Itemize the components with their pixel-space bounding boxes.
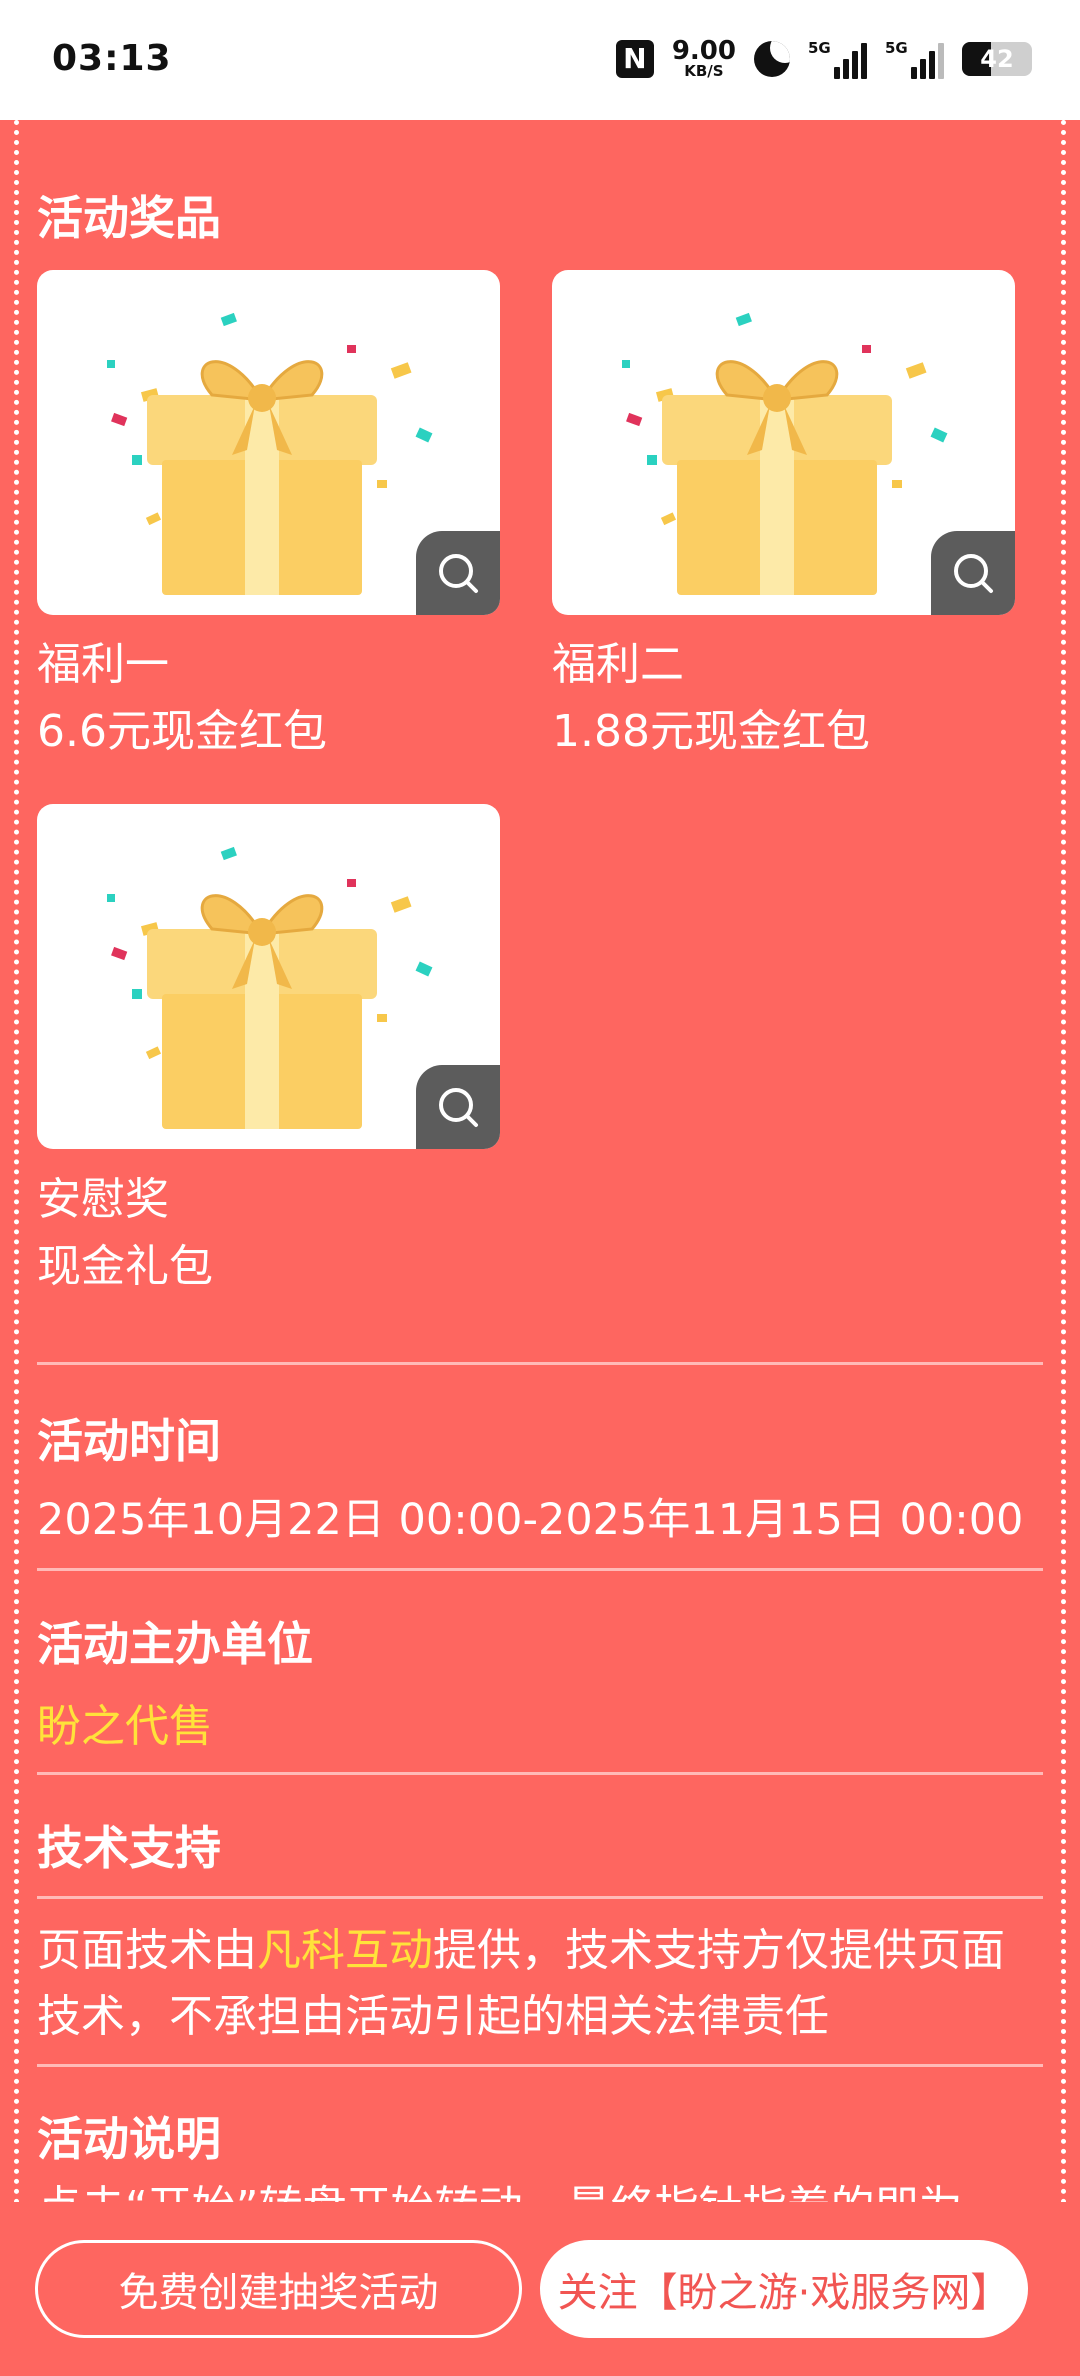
- prize-card-2[interactable]: [552, 270, 1015, 615]
- nfc-icon: N: [615, 39, 654, 78]
- status-time: 03:13: [52, 38, 172, 79]
- search-icon: [954, 554, 993, 593]
- description-title: 活动说明: [37, 2112, 221, 2166]
- tech-support-text-before: 页面技术由: [37, 1925, 257, 1976]
- sim1-network-label: 5G: [808, 38, 831, 57]
- bottom-action-bar: 免费创建抽奖活动 关注【盼之游·戏服务网】: [0, 2202, 1080, 2376]
- prize-card-1[interactable]: [37, 270, 500, 615]
- prizes-title: 活动奖品: [37, 191, 221, 245]
- follow-button[interactable]: 关注【盼之游·戏服务网】: [540, 2240, 1028, 2338]
- divider: [37, 1568, 1043, 1571]
- organizer-title: 活动主办单位: [37, 1617, 313, 1671]
- tech-support-text: 页面技术由凡科互动提供，技术支持方仅提供页面技术，不承担由活动引起的相关法律责任: [37, 1918, 1043, 2050]
- search-icon: [439, 1088, 478, 1127]
- network-speed: 9.00 KB/S: [672, 38, 736, 79]
- activity-time-title: 活动时间: [37, 1414, 221, 1468]
- divider: [37, 2064, 1043, 2067]
- activity-panel[interactable]: 活动奖品 福利一 6.6元现金红包 福利二 1.88元现金红包 安慰奖 现金礼包…: [0, 120, 1080, 2376]
- prize-name-1: 福利一: [37, 639, 169, 690]
- zoom-button[interactable]: [931, 531, 1015, 615]
- tech-support-title: 技术支持: [37, 1821, 221, 1875]
- network-speed-unit: KB/S: [684, 62, 724, 80]
- create-lottery-button[interactable]: 免费创建抽奖活动: [35, 2240, 522, 2338]
- prize-card-3[interactable]: [37, 804, 500, 1149]
- do-not-disturb-icon: [754, 40, 790, 77]
- status-icons: N 9.00 KB/S 5G 5G 42: [615, 38, 1032, 79]
- divider: [37, 1772, 1043, 1775]
- prize-name-2: 福利二: [552, 639, 684, 690]
- network-speed-value: 9.00: [671, 36, 736, 66]
- signal-sim1-icon: 5G: [808, 39, 867, 79]
- prize-name-3: 安慰奖: [37, 1174, 169, 1225]
- zoom-button[interactable]: [416, 531, 500, 615]
- organizer-name-link[interactable]: 盼之代售: [37, 1690, 213, 1754]
- sim2-network-label: 5G: [885, 38, 908, 57]
- signal-sim2-icon: 5G: [885, 39, 944, 79]
- search-icon: [439, 554, 478, 593]
- activity-time-value: 2025年10月22日 00:00-2025年11月15日 00:00: [37, 1495, 1024, 1545]
- battery-level: 42: [980, 44, 1014, 73]
- zoom-button[interactable]: [416, 1065, 500, 1149]
- divider: [37, 1896, 1043, 1899]
- status-bar: 03:13 N 9.00 KB/S 5G 5G 42: [0, 0, 1080, 120]
- divider: [37, 1362, 1043, 1365]
- battery-icon: 42: [962, 41, 1032, 76]
- prize-value-1: 6.6元现金红包: [37, 706, 327, 757]
- prize-value-3: 现金礼包: [37, 1241, 213, 1292]
- prize-value-2: 1.88元现金红包: [552, 706, 870, 757]
- tech-provider-link[interactable]: 凡科互动: [257, 1925, 433, 1976]
